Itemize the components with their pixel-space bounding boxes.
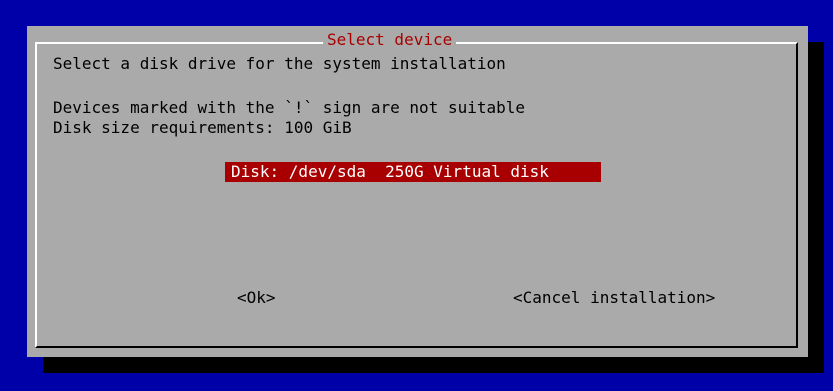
unsuitable-note: Devices marked with the `!` sign are not… (53, 98, 526, 117)
select-device-dialog: Select device Select a disk drive for th… (27, 26, 808, 357)
ok-button[interactable]: <Ok> (237, 290, 276, 306)
device-item-sda[interactable]: Disk: /dev/sda 250G Virtual disk (225, 162, 601, 182)
prompt-text: Select a disk drive for the system insta… (53, 54, 506, 73)
size-requirements: Disk size requirements: 100 GiB (53, 118, 352, 137)
terminal-screen: Select device Select a disk drive for th… (0, 0, 833, 391)
cancel-installation-button[interactable]: <Cancel installation> (513, 290, 715, 306)
dialog-title: Select device (323, 32, 457, 48)
